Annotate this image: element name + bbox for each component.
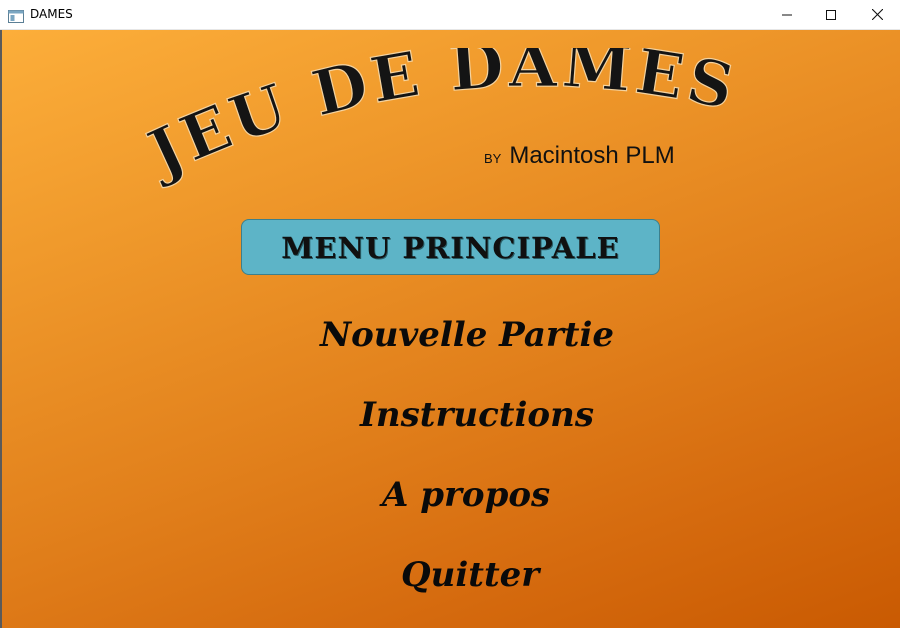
minimize-icon [782,10,792,20]
instructions-button[interactable]: Instructions [360,395,594,435]
game-title-text: JEU DE DAMES [142,48,741,192]
new-game-button[interactable]: Nouvelle Partie [320,315,614,355]
app-window: DAMES JEU DE DAMES BY Macintosh PLM MENU… [0,0,900,628]
byline: BY Macintosh PLM [484,142,675,170]
close-button[interactable] [854,0,900,29]
svg-text:JEU DE DAMES: JEU DE DAMES [142,48,742,192]
main-menu-screen: JEU DE DAMES BY Macintosh PLM MENU PRINCI… [2,30,900,628]
close-icon [871,9,883,20]
menu-heading: MENU PRINCIPALE [281,231,620,265]
game-title: JEU DE DAMES [142,48,742,192]
author-name: Macintosh PLM [509,142,675,169]
app-window-icon [8,8,24,23]
quit-button[interactable]: Quitter [401,555,539,595]
menu-heading-box: MENU PRINCIPALE [241,219,660,275]
about-button[interactable]: A propos [382,475,550,515]
window-title: DAMES [30,7,73,21]
maximize-icon [826,9,836,20]
title-bar[interactable]: DAMES [0,0,900,30]
minimize-button[interactable] [764,0,810,29]
maximize-button[interactable] [808,0,854,29]
byline-prefix: BY [484,151,502,166]
